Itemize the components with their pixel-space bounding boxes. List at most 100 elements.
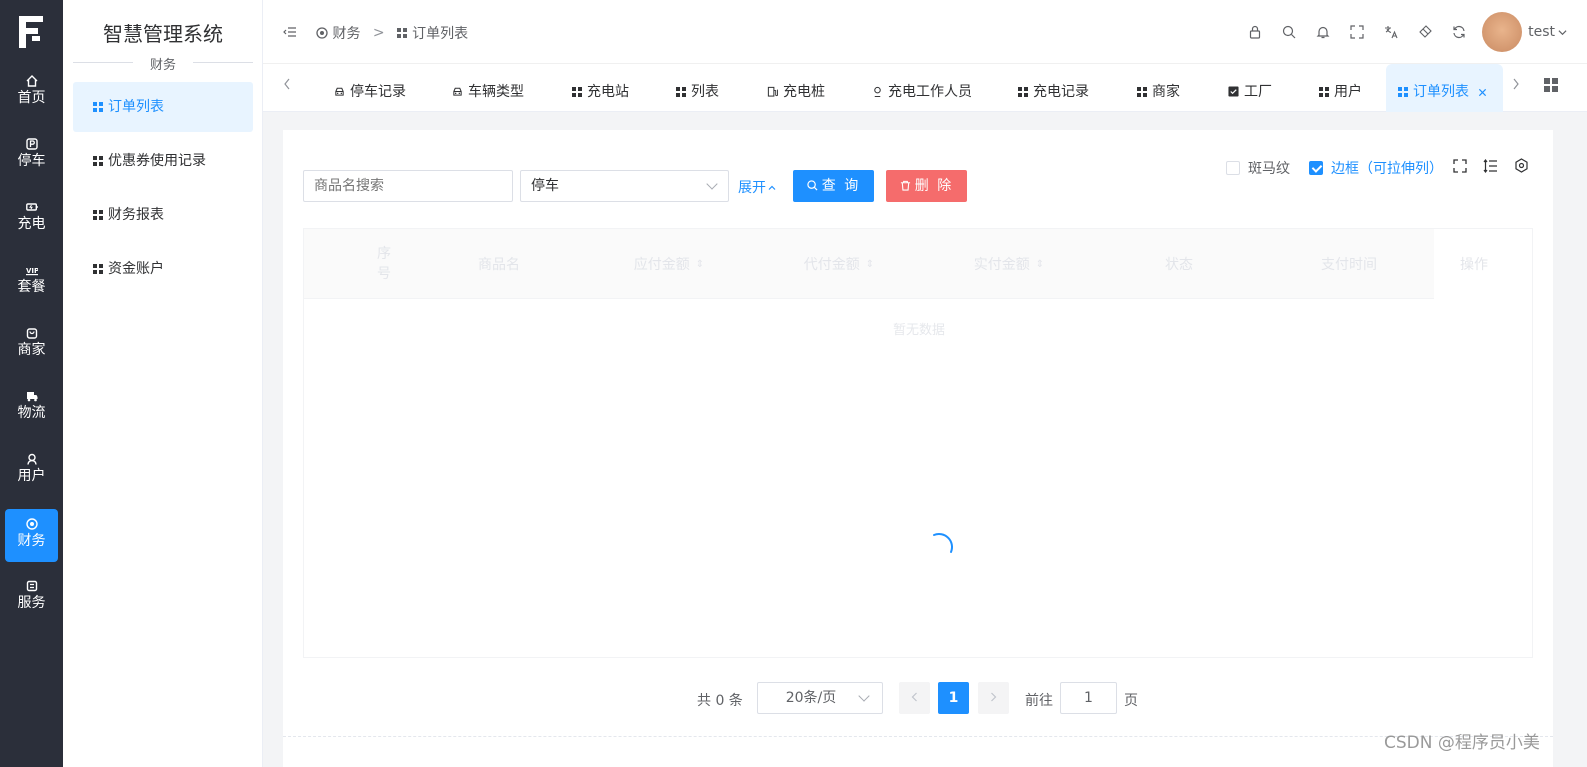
column-header-paid[interactable]: 实付金额 ⇕ — [934, 229, 1084, 299]
delete-button[interactable]: 删 除 — [886, 170, 967, 202]
grid-icon — [1319, 87, 1329, 97]
trash-icon — [900, 180, 910, 191]
table-header: 序号 商品名 应付金额 ⇕ 代付金额 ⇕ 实付金额 ⇕ 状态 支付时间 操作 — [304, 229, 1488, 299]
menu-item-label: 资金账户 — [108, 261, 164, 277]
rail-item-package[interactable]: VIP 套餐 — [5, 255, 58, 308]
divider — [283, 736, 1553, 737]
page-number-current[interactable]: 1 — [938, 682, 969, 714]
tab-label: 订单列表 — [1413, 84, 1469, 100]
tab-charging-piles[interactable]: 充电桩 — [767, 64, 825, 112]
sort-icon: ⇕ — [1035, 258, 1045, 270]
expand-filters-link[interactable]: 展开 — [738, 177, 776, 197]
query-button-label: 查 询 — [821, 178, 861, 194]
tabs-scroll-left-button[interactable] — [283, 78, 291, 94]
tab-parking-records[interactable]: 停车记录 — [334, 64, 406, 112]
search-button[interactable] — [1272, 15, 1306, 49]
column-header-label: 操作 — [1460, 257, 1488, 273]
avatar[interactable] — [1482, 12, 1523, 52]
product-search-input[interactable] — [303, 170, 513, 202]
tabs-bar: 停车记录 车辆类型 充电站 列表 充电桩 充电工作人员 充电记录 商家 工厂 用… — [263, 64, 1587, 112]
stripe-checkbox[interactable]: 斑马纹 — [1226, 158, 1290, 178]
menu-item-fund-account[interactable]: 资金账户 — [73, 244, 253, 294]
username[interactable]: test — [1528, 24, 1555, 40]
app-root: 首页 停车 充电 VIP 套餐 商家 物流 用户 财务 服务 智慧管理系统 财务… — [0, 0, 1587, 767]
column-header-pay-time: 支付时间 — [1284, 229, 1414, 299]
row-density-icon[interactable] — [1483, 159, 1498, 173]
column-header-index: 序号 — [364, 229, 404, 299]
rail-item-merchant[interactable]: 商家 — [5, 318, 58, 371]
rail-item-finance[interactable]: 财务 — [5, 509, 58, 562]
refresh-button[interactable] — [1442, 15, 1476, 49]
rail-item-label: 充电 — [17, 216, 46, 232]
collapse-menu-icon[interactable] — [283, 25, 297, 39]
menu-item-finance-report[interactable]: 财务报表 — [73, 190, 253, 240]
tabs-scroll-right-button[interactable] — [1512, 78, 1520, 94]
tab-order-list[interactable]: 订单列表 — [1386, 64, 1503, 112]
menu-group-title: 财务 — [73, 54, 253, 73]
grid-icon — [397, 28, 408, 38]
lock-button[interactable] — [1238, 15, 1272, 49]
tab-label: 用户 — [1334, 84, 1362, 100]
rail-item-logistics[interactable]: 物流 — [5, 381, 58, 434]
tab-label: 充电记录 — [1033, 84, 1089, 100]
factory-icon — [1228, 86, 1239, 97]
chevron-left-icon — [284, 78, 290, 90]
theme-button[interactable] — [1408, 15, 1442, 49]
rail-item-user[interactable]: 用户 — [5, 444, 58, 497]
tab-charging-records[interactable]: 充电记录 — [1018, 64, 1089, 112]
finance-icon — [25, 518, 38, 530]
column-header-label: 商品名 — [478, 257, 520, 273]
worker-icon — [874, 86, 881, 97]
tab-users[interactable]: 用户 — [1319, 64, 1362, 112]
tab-charging-staff[interactable]: 充电工作人员 — [872, 64, 972, 112]
rail-item-home[interactable]: 首页 — [5, 66, 58, 119]
tab-list[interactable]: 列表 — [676, 64, 719, 112]
goto-page-input[interactable] — [1060, 682, 1117, 714]
car-icon — [453, 87, 462, 96]
settings-icon[interactable] — [1514, 158, 1529, 173]
language-button[interactable] — [1374, 15, 1408, 49]
rail-item-charging[interactable]: 充电 — [5, 192, 58, 245]
tab-charging-stations[interactable]: 充电站 — [572, 64, 629, 112]
fullscreen-icon[interactable] — [1453, 159, 1467, 173]
system-title: 智慧管理系统 — [103, 22, 223, 46]
car-icon — [335, 87, 344, 96]
fullscreen-button[interactable] — [1340, 15, 1374, 49]
column-header-product: 商品名 — [434, 229, 564, 299]
column-header-proxy-paid[interactable]: 代付金额 ⇕ — [764, 229, 914, 299]
tab-label: 工厂 — [1244, 84, 1272, 100]
tabs-menu-button[interactable] — [1543, 77, 1559, 97]
page-size-select[interactable]: 20条/页 — [757, 682, 883, 714]
rail-item-label: 物流 — [17, 405, 46, 421]
tab-label: 列表 — [691, 84, 719, 100]
tab-vehicle-types[interactable]: 车辆类型 — [452, 64, 524, 112]
category-select[interactable]: 停车 — [520, 170, 729, 202]
rail-item-parking[interactable]: 停车 — [5, 129, 58, 182]
tab-merchants[interactable]: 商家 — [1137, 64, 1180, 112]
prev-page-button[interactable] — [899, 682, 930, 714]
close-icon[interactable] — [1478, 88, 1487, 97]
query-button[interactable]: 查 询 — [793, 170, 874, 202]
chevron-right-icon — [1513, 78, 1519, 90]
rail-item-label: 服务 — [17, 595, 46, 611]
menu-item-order-list[interactable]: 订单列表 — [73, 82, 253, 132]
column-header-payable[interactable]: 应付金额 ⇕ — [594, 229, 744, 299]
breadcrumb-item[interactable]: 财务 — [332, 26, 360, 42]
tab-factory[interactable]: 工厂 — [1228, 64, 1272, 112]
border-checkbox[interactable]: 边框（可拉伸列） — [1309, 158, 1443, 178]
content-card: 停车 展开 查 询 删 除 斑马纹 边框（可拉伸列） 序号 商品名 应付金额 ⇕ … — [283, 130, 1553, 767]
lock-icon — [1250, 25, 1261, 39]
translate-icon — [1385, 26, 1398, 39]
notification-button[interactable] — [1306, 15, 1340, 49]
shop-icon — [26, 328, 37, 339]
menu-item-coupon-records[interactable]: 优惠券使用记录 — [73, 136, 253, 186]
finance-icon — [316, 27, 328, 39]
user-icon — [26, 453, 37, 465]
next-page-button[interactable] — [978, 682, 1009, 714]
tab-label: 停车记录 — [350, 84, 406, 100]
rail-item-service[interactable]: 服务 — [5, 571, 58, 624]
sort-icon: ⇕ — [695, 258, 705, 270]
search-icon — [807, 180, 818, 191]
breadcrumb-separator: > — [372, 25, 385, 41]
grid-icon — [572, 87, 582, 97]
